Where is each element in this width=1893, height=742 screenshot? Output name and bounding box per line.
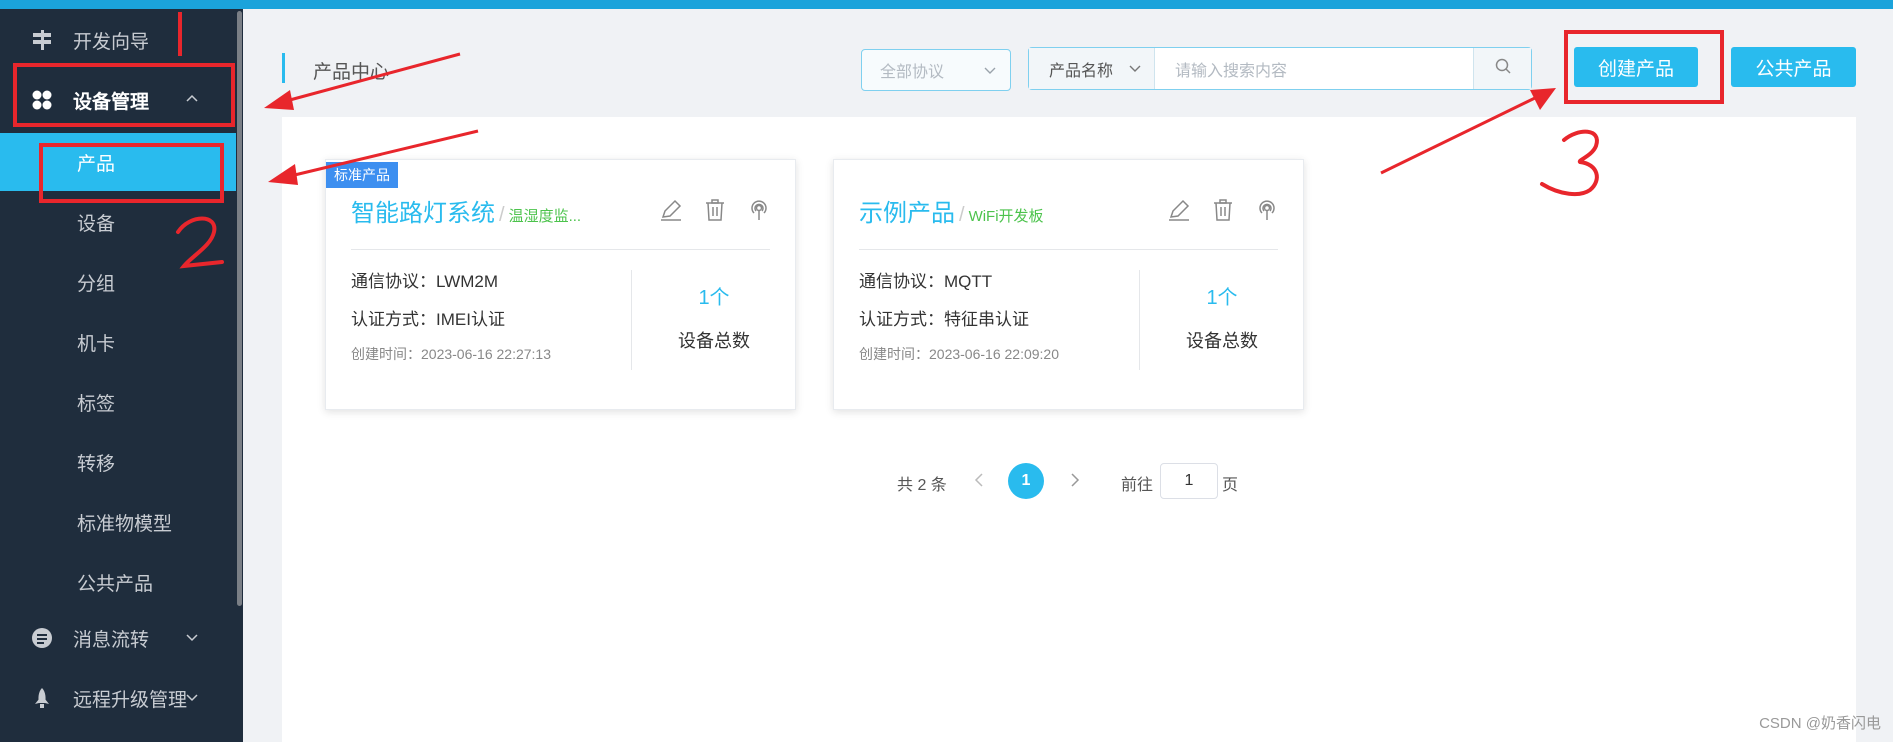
sidebar-subitem-public-product[interactable]: 公共产品	[0, 553, 236, 611]
standard-product-tag: 标准产品	[326, 162, 398, 188]
public-product-button[interactable]: 公共产品	[1731, 47, 1856, 87]
created-time: 创建时间：2023-06-16 22:27:13	[351, 346, 551, 362]
sidebar-item-ota-management[interactable]: 远程升级管理	[0, 673, 236, 723]
auth-info: 认证方式：IMEI认证	[351, 310, 505, 329]
chevron-right-icon[interactable]	[1068, 471, 1082, 494]
product-title[interactable]: 示例产品 / WiFi开发板	[859, 193, 1044, 228]
sidebar-item-label: 远程升级管理	[73, 689, 188, 711]
product-subtitle: 温湿度监...	[508, 208, 582, 225]
watermark: CSDN @奶香闪电	[1759, 715, 1881, 732]
card-actions	[1167, 198, 1279, 222]
page-title: 产品中心	[313, 62, 390, 83]
search-field-select[interactable]: 产品名称	[1029, 48, 1155, 89]
pagination: 共 2 条 1 前往 1 页	[0, 463, 1893, 499]
pagination-total: 共 2 条	[897, 477, 947, 494]
product-name[interactable]: 示例产品	[859, 200, 955, 227]
pagination-page-current[interactable]: 1	[1008, 463, 1044, 499]
search-group: 产品名称 请输入搜索内容	[1028, 47, 1532, 90]
sidebar-subitem-sim-card[interactable]: 机卡	[0, 313, 236, 371]
product-subtitle: WiFi开发板	[968, 208, 1044, 225]
product-title[interactable]: 智能路灯系统 / 温湿度监...	[351, 193, 581, 228]
product-card[interactable]: 标准产品 智能路灯系统 / 温湿度监... 通信协议：LWM2M 认证方式：IMEI…	[325, 159, 796, 410]
chevron-down-icon	[184, 629, 200, 645]
signpost-icon	[30, 28, 54, 52]
title-accent	[282, 53, 285, 83]
message-icon	[30, 626, 54, 650]
device-count[interactable]: 1个	[631, 281, 797, 310]
card-actions	[659, 198, 771, 222]
annotation-box-product	[39, 143, 224, 203]
search-input[interactable]: 请输入搜索内容	[1155, 48, 1473, 89]
sidebar-subitem-group[interactable]: 分组	[0, 253, 236, 311]
delete-icon[interactable]	[703, 198, 727, 222]
pagination-goto-suffix: 页	[1222, 477, 1239, 494]
delete-icon[interactable]	[1211, 198, 1235, 222]
chevron-down-icon	[983, 63, 997, 82]
card-divider	[351, 249, 770, 250]
sidebar-subitem-standard-model[interactable]: 标准物模型	[0, 493, 236, 551]
sidebar-item-label: 开发向导	[73, 31, 150, 53]
pagination-goto-input[interactable]: 1	[1160, 463, 1218, 499]
search-icon	[1494, 57, 1512, 80]
edit-icon[interactable]	[1167, 198, 1191, 222]
protocol-info: 通信协议：MQTT	[859, 272, 993, 291]
broadcast-icon[interactable]	[1255, 198, 1279, 222]
edit-icon[interactable]	[659, 198, 683, 222]
broadcast-icon[interactable]	[747, 198, 771, 222]
pagination-goto-label: 前往	[1121, 477, 1154, 494]
annotation-box-create-product	[1564, 30, 1724, 104]
annotation-box-device-management	[13, 63, 235, 127]
sidebar-item-message-flow[interactable]: 消息流转	[0, 613, 236, 663]
device-count[interactable]: 1个	[1139, 281, 1305, 310]
product-name[interactable]: 智能路灯系统	[351, 200, 495, 227]
chevron-down-icon	[1128, 61, 1142, 80]
protocol-select[interactable]: 全部协议	[861, 49, 1011, 91]
chevron-left-icon[interactable]	[972, 471, 986, 494]
protocol-info: 通信协议：LWM2M	[351, 272, 499, 291]
search-button[interactable]	[1473, 48, 1531, 89]
sidebar-subitem-tag[interactable]: 标签	[0, 373, 236, 431]
sidebar-item-dev-guide[interactable]: 开发向导	[0, 15, 236, 65]
chevron-down-icon	[184, 689, 200, 705]
sidebar-scrollbar[interactable]	[237, 11, 242, 606]
created-time: 创建时间：2023-06-16 22:09:20	[859, 346, 1059, 362]
rocket-icon	[30, 686, 54, 710]
sidebar-item-label: 消息流转	[73, 629, 150, 651]
device-count-label: 设备总数	[1186, 331, 1258, 351]
top-accent-bar	[0, 0, 1893, 9]
device-count-label: 设备总数	[678, 331, 750, 351]
card-divider	[859, 249, 1278, 250]
auth-info: 认证方式：特征串认证	[859, 310, 1029, 329]
product-card[interactable]: 示例产品 / WiFi开发板 通信协议：MQTT 认证方式：特征串认证 创建时间：2…	[833, 159, 1304, 410]
